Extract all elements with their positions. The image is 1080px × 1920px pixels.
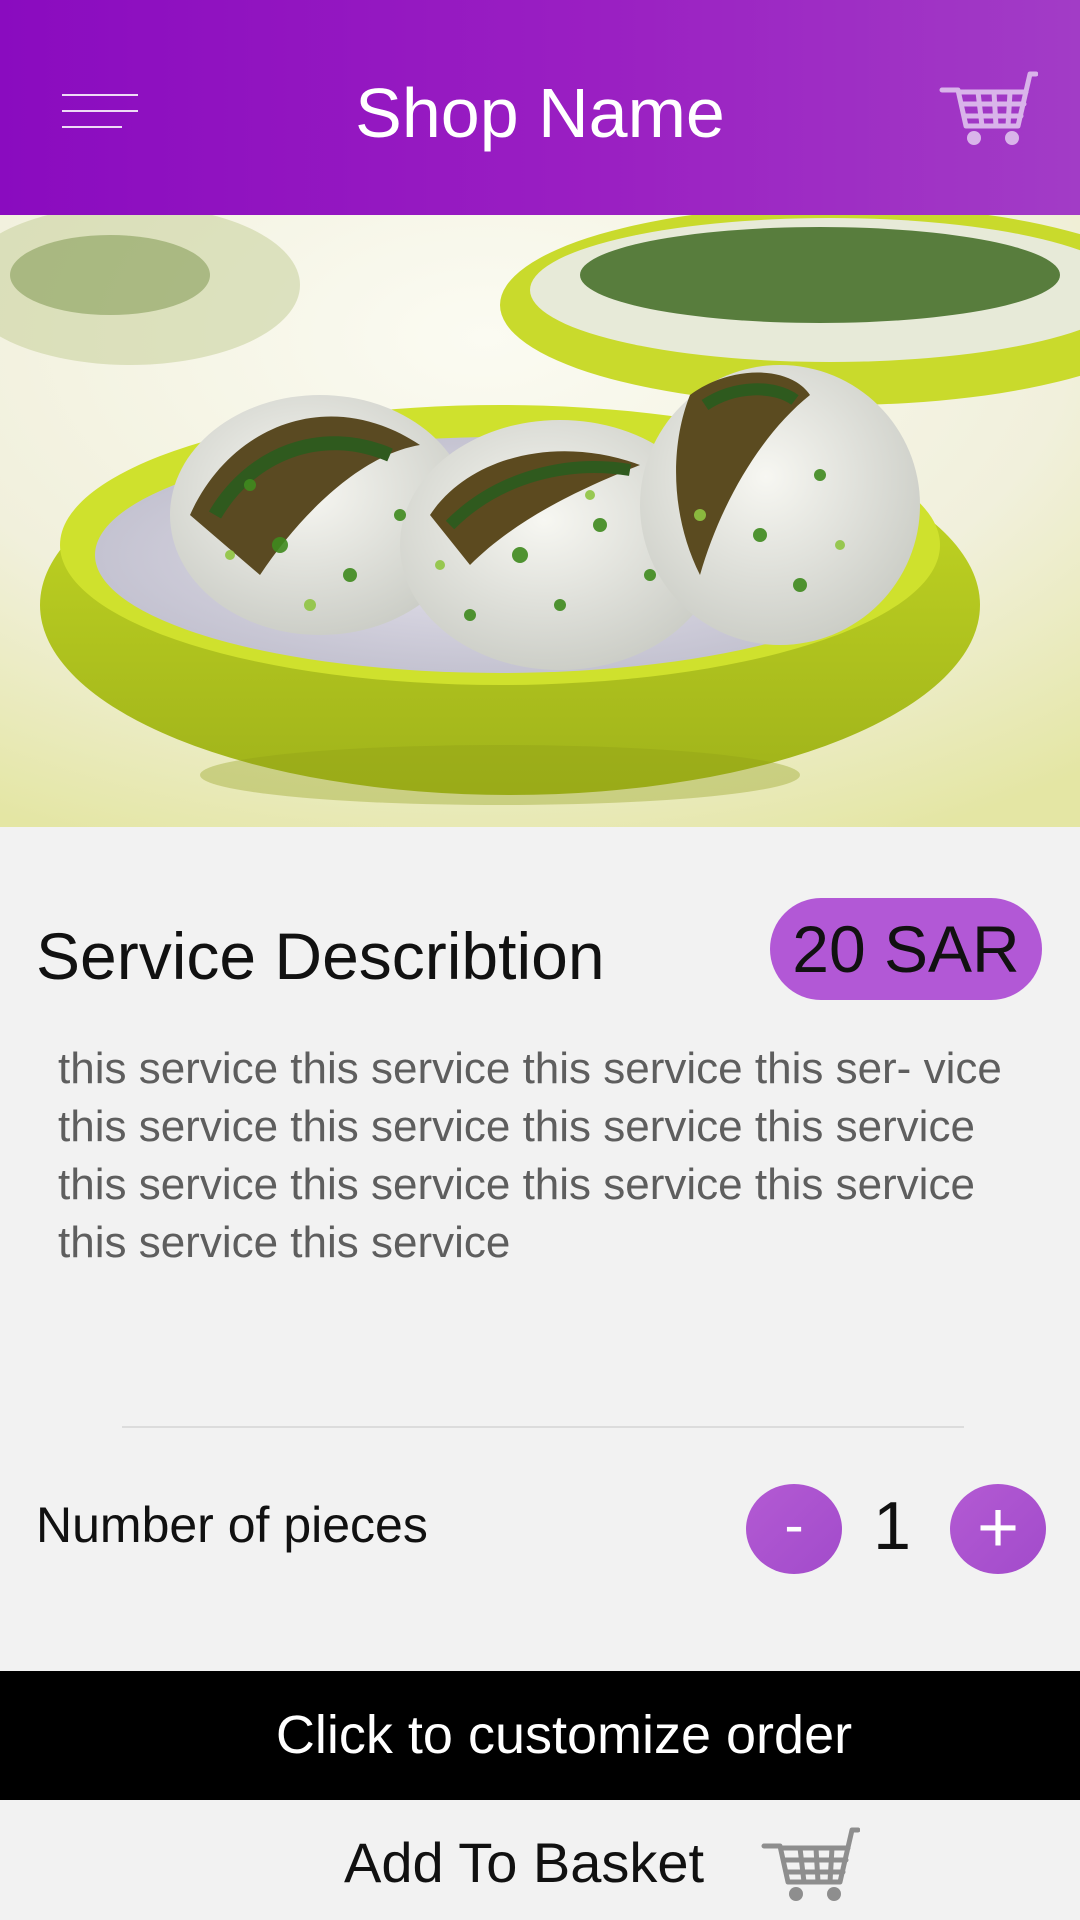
sushi-rolls-in-green-bowl-photo <box>0 215 1080 827</box>
service-title: Service Describtion <box>36 919 605 993</box>
customize-order-label: Click to customize order <box>275 1705 853 1765</box>
shop-name-title: Shop Name <box>355 74 725 152</box>
quantity-value: 1 <box>873 1488 911 1564</box>
price-badge: 20 SAR <box>770 898 1042 1000</box>
increase-quantity-button[interactable]: + <box>950 1484 1046 1574</box>
add-to-basket-label: Add To Basket <box>344 1831 705 1894</box>
divider <box>122 1426 964 1428</box>
shopping-cart-icon[interactable] <box>938 70 1039 150</box>
decrease-quantity-button[interactable]: - <box>746 1484 842 1574</box>
add-to-basket-button[interactable]: Add To Basket <box>0 1800 1080 1920</box>
service-description: this service this service this service t… <box>58 1044 1002 1267</box>
app-header: Shop Name <box>0 0 1080 215</box>
customize-order-button[interactable]: Click to customize order <box>0 1671 1080 1800</box>
quantity-label: Number of pieces <box>36 1497 428 1553</box>
shopping-cart-icon <box>760 1826 861 1906</box>
